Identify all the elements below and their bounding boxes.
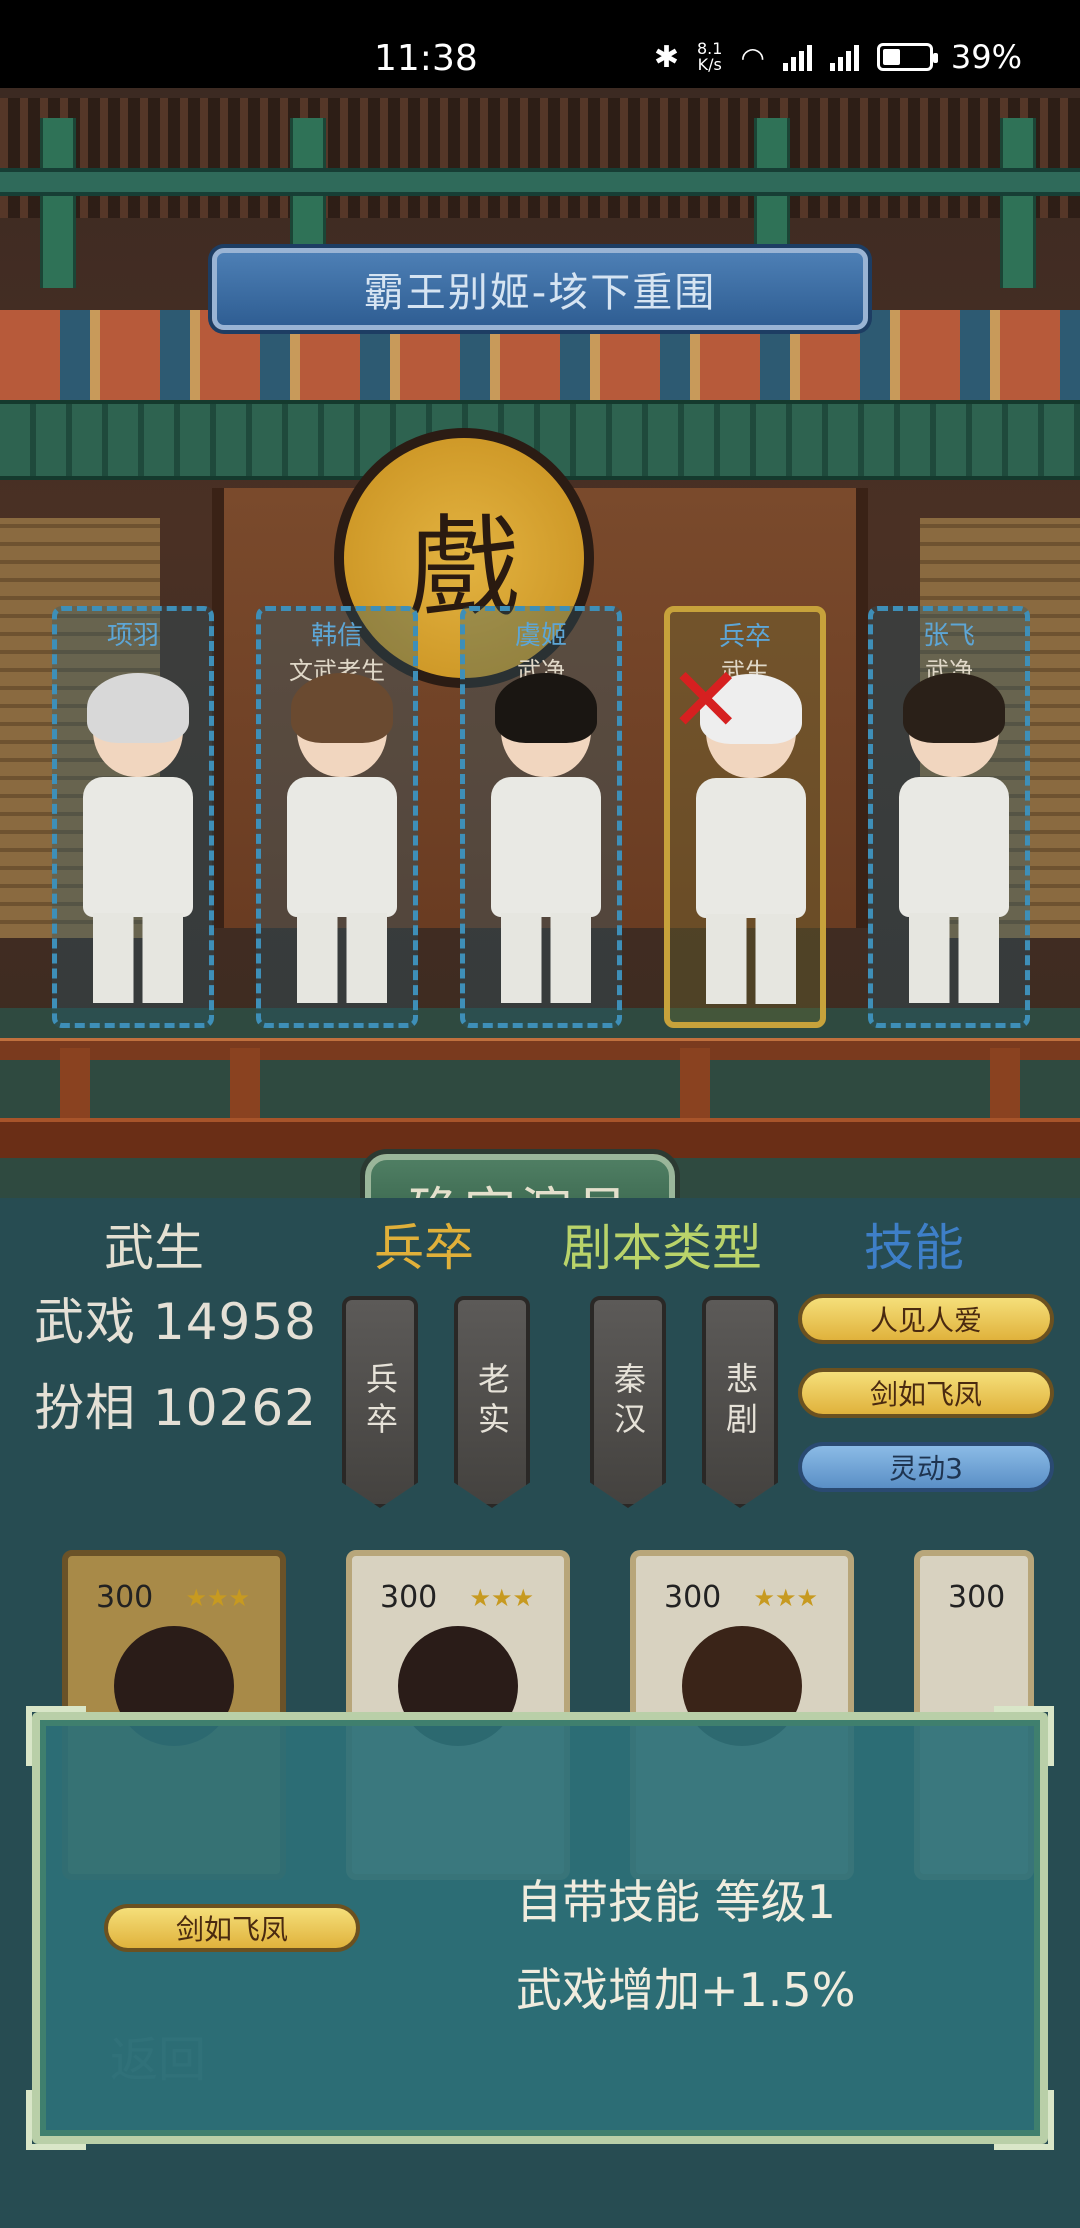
card-stars: ★★★: [469, 1584, 534, 1612]
stat-appearance: 扮相 10262: [34, 1379, 317, 1437]
actor-figure: [79, 673, 197, 1011]
actor-figure: [895, 673, 1013, 1011]
tag-soldier: 兵卒: [342, 1296, 418, 1508]
dialog-skill-badge: 剑如飞凤: [104, 1904, 360, 1952]
pillar: [40, 118, 76, 288]
skill-detail-dialog[interactable]: 剑如飞凤 自带技能 等级1 武戏增加+1.5%: [26, 1706, 1054, 2150]
dialog-corner: [994, 1706, 1054, 1766]
tag-tragedy: 悲剧: [702, 1296, 778, 1508]
skill-badge-1[interactable]: 人见人爱: [798, 1294, 1054, 1344]
stage-rail: [0, 1038, 1080, 1060]
actor-name: 项羽: [106, 621, 159, 651]
battery-percent: 39%: [950, 38, 1022, 76]
actor-name: 虞姬: [514, 621, 567, 651]
battery-icon: [876, 43, 938, 71]
actor-figure: [487, 673, 605, 1011]
card-stars: ★★★: [753, 1584, 818, 1612]
actor-name: 韩信: [310, 621, 363, 651]
card-cost: 300: [948, 1580, 1006, 1615]
network-speed: 8.1 K/s: [696, 39, 723, 74]
role-header: 武生: [104, 1219, 204, 1277]
tag-honest: 老实: [454, 1296, 530, 1508]
dialog-corner: [26, 2090, 86, 2150]
skill-badge-3[interactable]: 灵动3: [798, 1442, 1054, 1492]
status-bar: 11:38 ✱ 8.1 K/s ◠ 39%: [0, 0, 1080, 88]
dialog-corner: [26, 1706, 86, 1766]
play-title: 霸王别姬-垓下重围: [212, 248, 868, 330]
dialog-skill-effect: 武戏增加+1.5%: [516, 1963, 856, 2017]
stage-scene: 霸王别姬-垓下重围 戲 项羽 韩信 文武老生 虞姬 武净 兵卒 武生 张飞 武净: [0, 88, 1080, 1260]
script-type-header: 剧本类型: [562, 1219, 762, 1277]
actor-figure: [283, 673, 401, 1011]
beam: [0, 168, 1080, 196]
card-stars: ★★★: [185, 1584, 250, 1612]
tag-qin-han: 秦汉: [590, 1296, 666, 1508]
actor-slot-1[interactable]: 项羽: [52, 606, 214, 1028]
bluetooth-icon: ✱: [653, 39, 679, 75]
roof-lattice: [0, 98, 1080, 218]
skill-badge-2[interactable]: 剑如飞凤: [798, 1368, 1054, 1418]
signal-icon: [782, 43, 812, 71]
actor-name: 张飞: [922, 621, 975, 651]
stage-edge: [0, 1118, 1080, 1158]
dialog-skill-level: 自带技能 等级1: [516, 1875, 836, 1929]
remove-actor-icon[interactable]: ✕: [668, 648, 743, 753]
clock: 11:38: [374, 38, 478, 79]
wifi-icon: ◠: [740, 40, 765, 74]
dialog-corner: [994, 2090, 1054, 2150]
stat-martial: 武戏 14958: [34, 1293, 317, 1351]
actor-slot-3[interactable]: 虞姬 武净: [460, 606, 622, 1028]
card-cost: 300: [664, 1580, 722, 1615]
pillar: [1000, 118, 1036, 288]
signal-icon-2: [829, 43, 859, 71]
card-cost: 300: [96, 1580, 154, 1615]
actor-slot-2[interactable]: 韩信 文武老生: [256, 606, 418, 1028]
card-cost: 300: [380, 1580, 438, 1615]
skill-header: 技能: [864, 1219, 964, 1277]
actor-slot-5[interactable]: 张飞 武净: [868, 606, 1030, 1028]
type-header: 兵卒: [374, 1219, 474, 1277]
